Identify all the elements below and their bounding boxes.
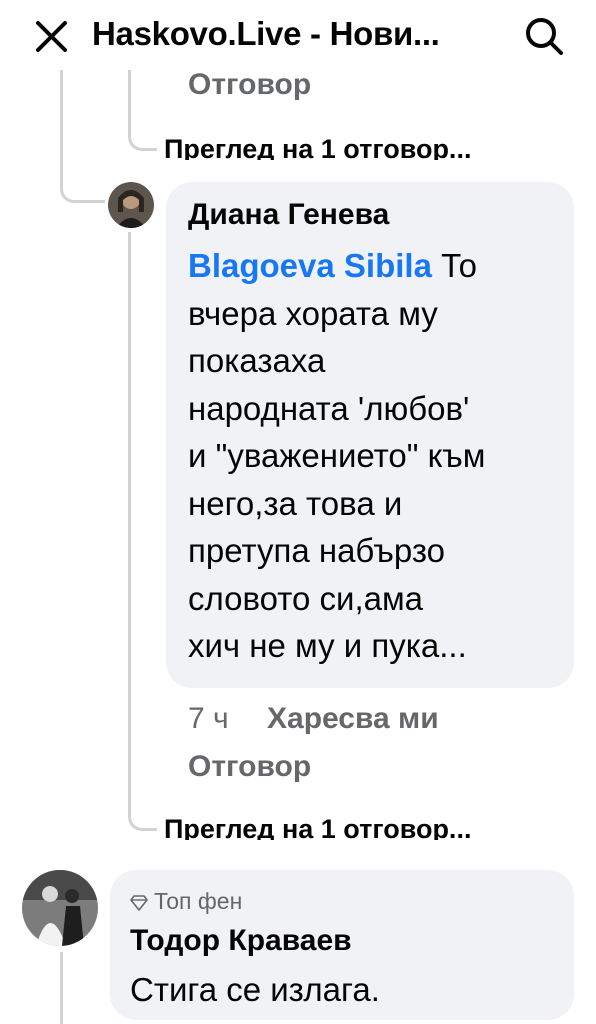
- close-button[interactable]: [30, 14, 74, 58]
- user-photo-icon: [108, 182, 154, 228]
- view-replies-link[interactable]: Преглед на 1 отговор...: [164, 132, 471, 160]
- thread-line-outer: [60, 70, 63, 180]
- reply-link[interactable]: Отговор: [188, 68, 311, 102]
- thread-line-next: [60, 952, 63, 1024]
- comment-text: Blagoeva Sibila То вчера хората му показ…: [188, 242, 568, 670]
- close-icon: [36, 21, 67, 52]
- thread-connector-previous: [128, 120, 157, 151]
- thread-line-comment: [128, 232, 131, 812]
- view-replies-link[interactable]: Преглед на 1 отговор...: [164, 812, 471, 840]
- comment-meta: 7 ч Харесва ми: [188, 702, 439, 736]
- search-button[interactable]: [520, 12, 568, 60]
- user-photo-icon: [22, 870, 98, 946]
- thread-connector-outer: [60, 170, 105, 203]
- comment-bubble[interactable]: Диана Генева Blagoeva Sibila То вчера хо…: [166, 182, 574, 688]
- comment-text-line: вчера хората му: [188, 294, 438, 332]
- comment-author[interactable]: Диана Генева: [188, 198, 389, 232]
- diamond-icon: [130, 895, 148, 911]
- comment-text-line: него,за това и: [188, 484, 403, 522]
- comment-author[interactable]: Тодор Краваев: [130, 924, 352, 958]
- comment-text-line: и "уважението" към: [188, 437, 486, 474]
- comment-text-line: претупа набързо: [188, 532, 445, 569]
- comment-text-line: хич не му и пука...: [188, 627, 467, 664]
- top-bar: Haskovo.Live - Нови...: [0, 0, 596, 68]
- avatar[interactable]: [108, 182, 154, 228]
- timestamp: 7 ч: [188, 702, 229, 735]
- comment-text-line: словото си,ама: [188, 579, 424, 617]
- thread-connector-comment: [128, 800, 157, 831]
- comment-text-line: народната 'любов': [188, 389, 470, 427]
- mention-link[interactable]: Blagoeva Sibila: [188, 247, 432, 284]
- comment-bubble[interactable]: Топ фен Тодор Краваев Стига се излага.: [110, 870, 574, 1020]
- comment-text: Стига се излага.: [130, 971, 380, 1008]
- avatar[interactable]: [22, 870, 98, 946]
- reply-link[interactable]: Отговор: [188, 750, 311, 784]
- comment-text-line: Blagoeva Sibila То: [188, 247, 478, 284]
- like-link[interactable]: Харесва ми: [267, 702, 439, 735]
- comment-text-line: показаха: [188, 342, 326, 379]
- search-icon: [526, 18, 563, 55]
- top-fan-badge: Топ фен: [130, 888, 242, 915]
- page-title: Haskovo.Live - Нови...: [92, 15, 440, 52]
